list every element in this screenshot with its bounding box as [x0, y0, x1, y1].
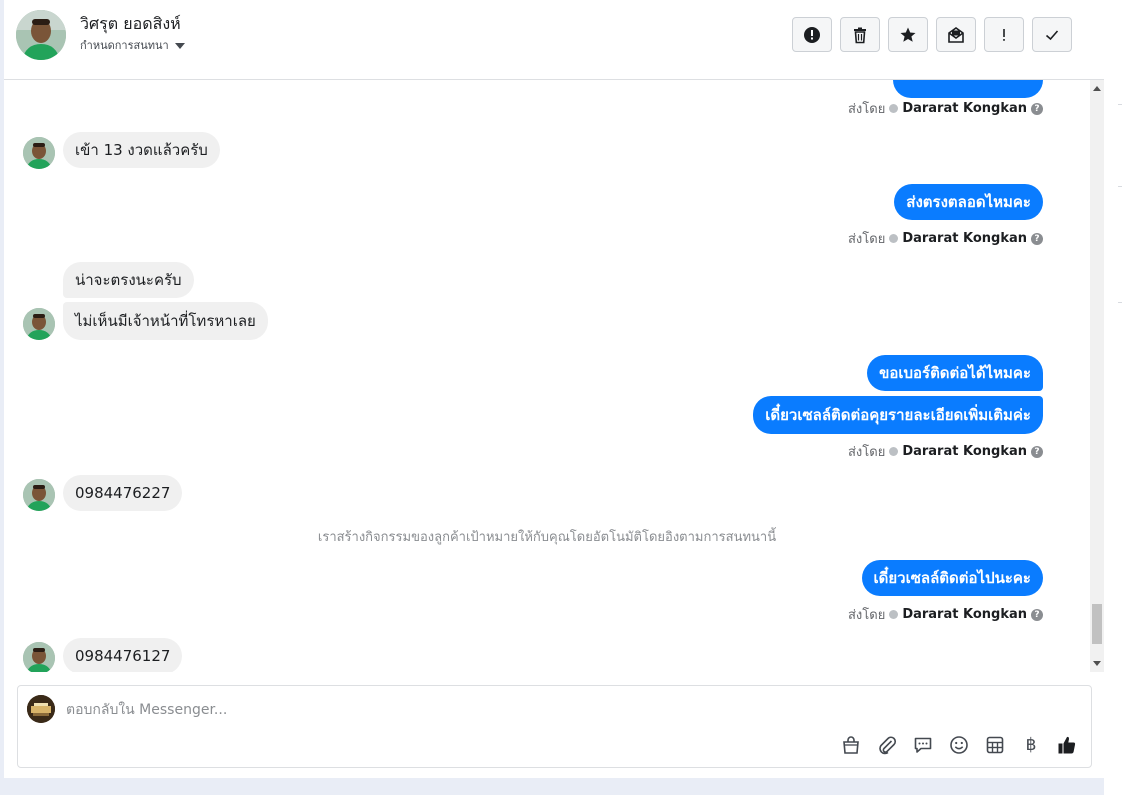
- emoji-button[interactable]: [947, 733, 971, 757]
- outgoing-message-partial[interactable]: [893, 80, 1043, 98]
- incoming-message[interactable]: 0984476127: [63, 638, 183, 672]
- saved-reply-button[interactable]: [911, 733, 935, 757]
- sent-by-label: ส่งโดย: [847, 608, 886, 623]
- paperclip-icon: [879, 736, 897, 755]
- incoming-message[interactable]: ไม่เห็นมีเจ้าหน้าที่โทรหาเลย: [63, 302, 268, 340]
- thumbs-up-icon: [1058, 736, 1076, 754]
- alert-circle-icon: [804, 26, 820, 43]
- trash-icon: [854, 27, 866, 43]
- shopping-bag-icon: [843, 736, 859, 754]
- table-icon: [986, 736, 1004, 754]
- system-note: เราสร้างกิจกรรมของลูกค้าเป้าหมายให้กับคุ…: [317, 530, 777, 545]
- outgoing-message[interactable]: ขอเบอร์ติดต่อได้ไหมคะ: [867, 355, 1043, 391]
- reply-composer: ฿: [17, 685, 1092, 768]
- sent-by-row: ส่งโดย Dararat Kongkan ?: [848, 604, 1043, 625]
- scroll-down-arrow-icon[interactable]: [1093, 661, 1101, 666]
- help-icon[interactable]: ?: [1031, 102, 1043, 115]
- star-icon: [900, 27, 916, 42]
- seen-check-icon: [889, 234, 899, 243]
- scroll-up-arrow-icon[interactable]: [1093, 86, 1101, 91]
- divider: [1118, 302, 1122, 303]
- composer-tools: ฿: [839, 733, 1079, 757]
- sent-by-row: ส่งโดย Dararat Kongkan ?: [848, 98, 1043, 119]
- incoming-message[interactable]: น่าจะตรงนะครับ: [63, 262, 194, 298]
- seen-check-icon: [889, 610, 899, 619]
- checkmark-icon: [1045, 29, 1059, 40]
- mark-spam-button[interactable]: [792, 17, 832, 52]
- contact-avatar-small[interactable]: [23, 137, 55, 169]
- mark-done-button[interactable]: [1032, 17, 1072, 52]
- message-list-scrollbar[interactable]: [1090, 80, 1104, 672]
- emoji-icon: [950, 736, 968, 754]
- agent-name[interactable]: Dararat Kongkan: [902, 444, 1027, 459]
- outgoing-message[interactable]: เดี๋ยวเซลล์ติดต่อคุยรายละเอียดเพิ่มเติมค…: [753, 396, 1043, 434]
- conversation-header: วิศรุต ยอดสิงห์ กำหนดการสนทนา: [4, 0, 1104, 80]
- outgoing-message[interactable]: เดี๋ยวเซลล์ติดต่อไปนะคะ: [861, 560, 1043, 596]
- mail-envelope-icon: [948, 26, 964, 43]
- page-avatar: [27, 695, 55, 723]
- seen-check-icon: [889, 447, 899, 456]
- mark-unread-button[interactable]: [936, 17, 976, 52]
- incoming-message[interactable]: 0984476227: [63, 475, 183, 511]
- delete-button[interactable]: [840, 17, 880, 52]
- incoming-message[interactable]: เข้า 13 งวดแล้วครับ: [63, 132, 220, 168]
- header-actions: [792, 17, 1072, 52]
- caret-down-icon: [174, 43, 185, 49]
- contact-avatar[interactable]: [16, 10, 66, 60]
- divider: [1118, 186, 1122, 187]
- attach-button[interactable]: [875, 733, 899, 757]
- help-icon[interactable]: ?: [1031, 232, 1043, 245]
- assign-conversation-label: กำหนดการสนทนา: [80, 39, 169, 52]
- baht-icon: ฿: [1025, 735, 1037, 755]
- agent-name[interactable]: Dararat Kongkan: [902, 607, 1027, 622]
- contact-avatar-small[interactable]: [23, 479, 55, 511]
- sent-by-row: ส่งโดย Dararat Kongkan ?: [848, 228, 1043, 249]
- agent-name[interactable]: Dararat Kongkan: [902, 231, 1027, 246]
- conversation-panel: วิศรุต ยอดสิงห์ กำหนดการสนทนา ส่งโดย Dar…: [4, 0, 1104, 778]
- message-list[interactable]: ส่งโดย Dararat Kongkan ? เข้า 13 งวดแล้ว…: [4, 80, 1090, 672]
- like-button[interactable]: [1055, 733, 1079, 757]
- sent-by-label: ส่งโดย: [847, 232, 886, 247]
- assign-conversation-dropdown[interactable]: กำหนดการสนทนา: [80, 36, 185, 54]
- reply-input[interactable]: [66, 700, 966, 720]
- star-button[interactable]: [888, 17, 928, 52]
- agent-name[interactable]: Dararat Kongkan: [902, 101, 1027, 116]
- help-icon[interactable]: ?: [1031, 445, 1043, 458]
- contact-avatar-small[interactable]: [23, 308, 55, 340]
- help-icon[interactable]: ?: [1031, 608, 1043, 621]
- outgoing-message[interactable]: ส่งตรงตลอดไหมคะ: [894, 184, 1043, 220]
- scroll-thumb[interactable]: [1092, 604, 1102, 644]
- exclamation-icon: [1003, 28, 1005, 41]
- contact-avatar-small[interactable]: [23, 642, 55, 672]
- contact-name[interactable]: วิศรุต ยอดสิงห์: [80, 12, 181, 37]
- saved-reply-icon: [914, 737, 932, 753]
- right-edge-strip: [1104, 0, 1122, 795]
- follow-up-button[interactable]: [984, 17, 1024, 52]
- shop-button[interactable]: [839, 733, 863, 757]
- payment-button[interactable]: ฿: [1019, 733, 1043, 757]
- seen-check-icon: [889, 104, 899, 113]
- table-button[interactable]: [983, 733, 1007, 757]
- sent-by-label: ส่งโดย: [847, 102, 886, 117]
- sent-by-row: ส่งโดย Dararat Kongkan ?: [848, 441, 1043, 462]
- sent-by-label: ส่งโดย: [847, 445, 886, 460]
- divider: [1118, 104, 1122, 105]
